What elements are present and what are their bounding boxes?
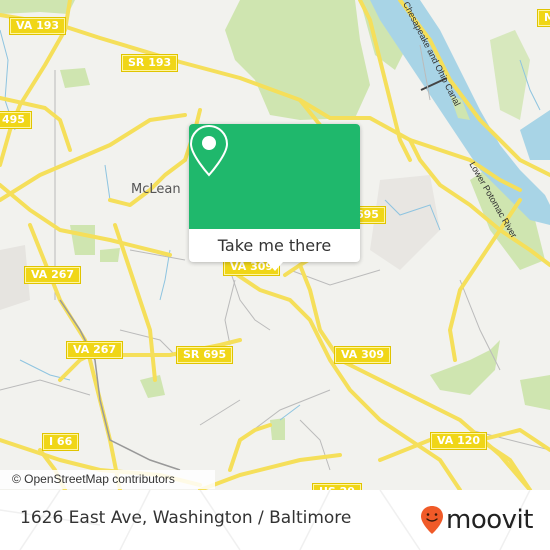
park-area	[270, 418, 285, 440]
park-area	[0, 0, 75, 14]
popup-header	[189, 124, 360, 229]
address-text: 1626 East Ave, Washington / Baltimore	[20, 508, 352, 528]
footer-bar: 1626 East Ave, Washington / Baltimore mo…	[0, 490, 550, 550]
map-view[interactable]: McLean VA 193 SR 193 495 VA 267 VA 267 S…	[0, 0, 550, 490]
park-area	[140, 375, 165, 398]
route-shield-m: M	[537, 9, 550, 27]
park-area	[490, 30, 530, 120]
park-area	[225, 0, 370, 120]
location-popup: Take me there	[189, 124, 360, 271]
moovit-pin-icon	[421, 506, 443, 534]
route-shield-va193: VA 193	[8, 17, 67, 35]
river-arm	[520, 110, 550, 160]
park-area	[520, 375, 550, 410]
take-me-there-button[interactable]: Take me there	[189, 229, 360, 262]
route-shield-va267: VA 267	[65, 341, 124, 359]
place-label-mclean: McLean	[131, 182, 181, 197]
route-shield-va267: VA 267	[23, 266, 82, 284]
park-area	[70, 225, 95, 255]
map-pin-icon	[189, 124, 229, 177]
popup-pointer	[267, 262, 283, 271]
moovit-logo[interactable]: moovit	[420, 503, 533, 537]
route-shield-va120: VA 120	[429, 432, 488, 450]
park-area	[100, 248, 120, 262]
route-shield-sr193: SR 193	[120, 54, 179, 72]
park-area	[60, 68, 90, 88]
route-shield-i66: I 66	[41, 433, 80, 451]
moovit-wordmark: moovit	[446, 505, 533, 535]
route-shield-va309: VA 309	[333, 346, 392, 364]
map-attribution[interactable]: © OpenStreetMap contributors	[0, 470, 215, 489]
route-shield-sr695: SR 695	[175, 346, 234, 364]
route-shield-i495: 495	[0, 111, 32, 129]
